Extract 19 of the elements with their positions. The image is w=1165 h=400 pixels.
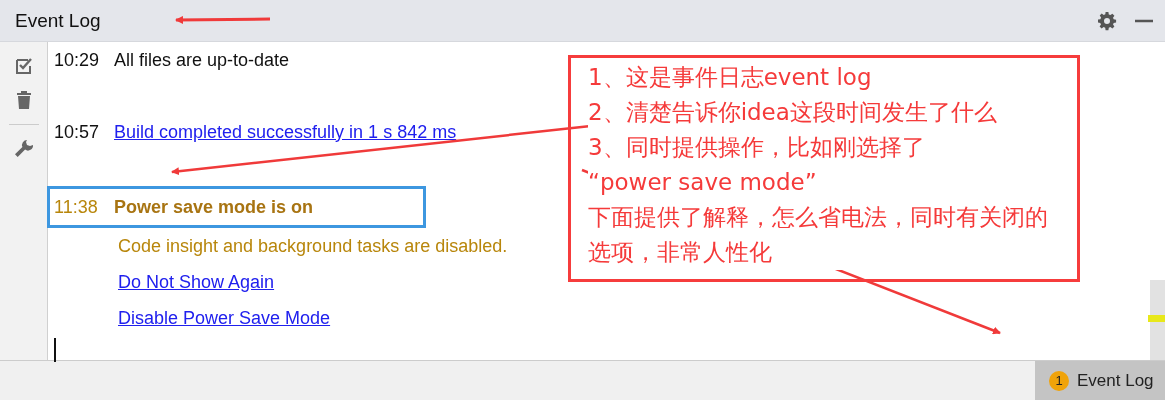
action-link[interactable]: Do Not Show Again — [118, 271, 275, 293]
log-message: All files are up-to-date — [114, 49, 290, 71]
settings-icon[interactable] — [1097, 10, 1117, 31]
timestamp: 11:38 — [54, 196, 99, 218]
log-detail: Code insight and background tasks are disabled. — [118, 235, 508, 257]
count-badge: 1 — [1049, 370, 1069, 391]
timestamp: 10:29 — [54, 49, 101, 71]
log-link[interactable]: Build completed successfully in 1 s 842 ms — [114, 121, 457, 143]
trash-icon[interactable] — [15, 90, 32, 110]
timestamp: 10:57 — [54, 121, 101, 143]
text-cursor — [54, 338, 56, 362]
log-title: Power save mode is on — [114, 196, 314, 218]
checklist-icon[interactable] — [13, 56, 34, 76]
marker-stripe — [1148, 315, 1165, 322]
event-log-button[interactable]: 1 Event Log — [1035, 361, 1165, 400]
minimize-icon[interactable] — [1135, 18, 1153, 23]
action-link[interactable]: Disable Power Save Mode — [118, 307, 331, 329]
panel-title: Event Log — [15, 9, 101, 32]
wrench-icon[interactable] — [13, 139, 34, 159]
